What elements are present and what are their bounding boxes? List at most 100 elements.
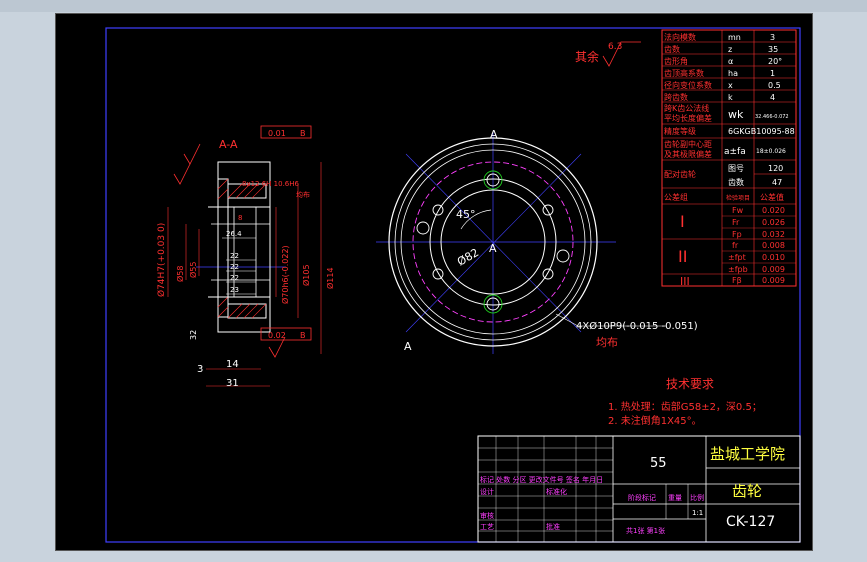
- window-top-strip: [0, 0, 867, 12]
- svg-text:47: 47: [772, 178, 782, 187]
- svg-text:22: 22: [230, 263, 239, 271]
- svg-text:III: III: [680, 275, 690, 288]
- svg-text:齿轮副中心距: 齿轮副中心距: [664, 139, 712, 149]
- svg-text:1:1: 1:1: [692, 509, 703, 517]
- svg-text:0.5: 0.5: [768, 81, 781, 90]
- svg-text:fr: fr: [732, 241, 739, 250]
- tech-requirements: 技术要求 1. 热处理：齿部G58±2，深0.5； 2. 未注倒角1X45°。: [608, 377, 762, 427]
- material-value: 55: [650, 456, 667, 471]
- svg-text:6GKGB10095-88: 6GKGB10095-88: [728, 127, 795, 136]
- part-name: 齿轮: [732, 482, 762, 500]
- svg-text:a±fa: a±fa: [724, 147, 746, 157]
- svg-text:检验项目: 检验项目: [726, 194, 750, 202]
- svg-text:Fβ: Fβ: [732, 276, 742, 285]
- drawing-number: CK-127: [726, 514, 775, 530]
- svg-text:Ø105: Ø105: [301, 264, 311, 286]
- svg-text:14: 14: [226, 359, 239, 370]
- svg-text:精度等级: 精度等级: [664, 126, 696, 136]
- svg-text:4: 4: [770, 93, 775, 102]
- svg-text:跨K齿公法线: 跨K齿公法线: [664, 103, 709, 113]
- svg-text:Ø82: Ø82: [455, 246, 481, 269]
- svg-text:3: 3: [197, 364, 203, 375]
- svg-text:x: x: [728, 81, 733, 90]
- svg-text:均布: 均布: [596, 336, 618, 349]
- svg-text:共1张 第1张: 共1张 第1张: [626, 526, 665, 535]
- school-name: 盐城工学院: [710, 445, 785, 463]
- cad-drawing: A-A 0.01 B 0.02 B 8x12 6H 10.6H6 均布 8 Ø7…: [105, 27, 801, 543]
- drawing-sheet: A-A 0.01 B 0.02 B 8x12 6H 10.6H6 均布 8 Ø7…: [55, 13, 813, 551]
- svg-text:0.032: 0.032: [762, 230, 785, 239]
- svg-text:α: α: [728, 57, 733, 66]
- svg-text:Ø114: Ø114: [325, 267, 335, 289]
- svg-text:Ø58: Ø58: [175, 266, 185, 282]
- svg-text:0.009: 0.009: [762, 265, 785, 274]
- svg-text:0.010: 0.010: [762, 253, 785, 262]
- svg-text:法向模数: 法向模数: [664, 32, 696, 42]
- svg-text:z: z: [728, 45, 732, 54]
- svg-text:齿数: 齿数: [664, 44, 680, 54]
- svg-text:ha: ha: [728, 69, 738, 78]
- svg-text:及其极限偏差: 及其极限偏差: [664, 149, 712, 159]
- svg-text:23: 23: [230, 286, 239, 294]
- svg-text:120: 120: [768, 164, 783, 173]
- svg-text:±fpb: ±fpb: [728, 265, 748, 274]
- svg-text:3: 3: [770, 33, 775, 42]
- svg-text:mn: mn: [728, 33, 741, 42]
- rim-bottom: [227, 303, 267, 319]
- svg-text:20°: 20°: [768, 57, 782, 66]
- svg-text:32.466-0.072: 32.466-0.072: [755, 114, 789, 120]
- svg-text:公差值: 公差值: [760, 192, 784, 202]
- parameter-table: 法向模数 mn 3 齿数 z 35 齿形角 α 20° 齿顶高系数 ha 1 径…: [661, 29, 797, 288]
- svg-text:径向变位系数: 径向变位系数: [664, 80, 712, 90]
- svg-text:B: B: [300, 129, 306, 138]
- svg-text:A: A: [490, 128, 498, 141]
- svg-text:批准: 批准: [546, 522, 560, 531]
- svg-text:齿数: 齿数: [728, 177, 744, 187]
- svg-text:图号: 图号: [728, 164, 744, 173]
- svg-text:31: 31: [226, 378, 239, 389]
- svg-text:阶段标记: 阶段标记: [628, 493, 656, 502]
- svg-text:22: 22: [230, 274, 239, 282]
- svg-text:22: 22: [230, 252, 239, 260]
- svg-text:32: 32: [189, 330, 198, 340]
- svg-text:II: II: [678, 247, 687, 266]
- svg-text:4XØ10P9(-0.015 -0.051): 4XØ10P9(-0.015 -0.051): [576, 320, 698, 332]
- svg-text:公差组: 公差组: [664, 192, 688, 202]
- svg-text:26.4: 26.4: [226, 230, 242, 238]
- svg-text:标记 处数 分区 更改文件号 签名 年月日: 标记 处数 分区 更改文件号 签名 年月日: [480, 475, 603, 484]
- hatch-bottom: [217, 296, 267, 319]
- svg-text:18±0.026: 18±0.026: [756, 148, 786, 155]
- svg-text:重量: 重量: [668, 494, 682, 502]
- svg-text:wk: wk: [728, 108, 744, 121]
- roughness-note: 其余: [575, 49, 599, 64]
- svg-text:35: 35: [768, 45, 778, 54]
- svg-text:1: 1: [770, 69, 775, 78]
- svg-text:0.009: 0.009: [762, 276, 785, 285]
- svg-text:A: A: [404, 340, 412, 353]
- svg-text:k: k: [728, 93, 733, 102]
- svg-text:比例: 比例: [690, 493, 704, 502]
- svg-text:1. 热处理：齿部G58±2，深0.5；: 1. 热处理：齿部G58±2，深0.5；: [608, 400, 762, 413]
- svg-text:0.01: 0.01: [268, 129, 286, 138]
- svg-text:±fpt: ±fpt: [728, 253, 746, 262]
- svg-text:Ø55: Ø55: [188, 262, 198, 278]
- svg-text:45°: 45°: [456, 208, 476, 221]
- svg-text:I: I: [680, 212, 685, 231]
- svg-text:审核: 审核: [480, 511, 494, 520]
- svg-text:设计: 设计: [480, 487, 494, 496]
- section-view: A-A 0.01 B 0.02 B 8x12 6H 10.6H6 均布 8 Ø7…: [156, 125, 335, 389]
- svg-text:工艺: 工艺: [480, 523, 494, 531]
- svg-text:Ø74H7(+0.03 0): Ø74H7(+0.03 0): [156, 223, 167, 297]
- svg-text:平均长度偏差: 平均长度偏差: [664, 113, 712, 123]
- svg-text:配对齿轮: 配对齿轮: [664, 169, 696, 179]
- svg-text:齿形角: 齿形角: [664, 56, 688, 66]
- svg-text:Fp: Fp: [732, 230, 742, 239]
- svg-text:0.008: 0.008: [762, 241, 785, 250]
- svg-text:Ø70h6(-0.022): Ø70h6(-0.022): [280, 245, 290, 304]
- front-view: 45° Ø82 A A A 4XØ10P9(-0.015 -0.051) 均布: [376, 128, 698, 354]
- svg-text:8x12 6H 10.6H6: 8x12 6H 10.6H6: [242, 180, 300, 188]
- svg-text:跨齿数: 跨齿数: [664, 92, 688, 102]
- svg-text:B: B: [300, 331, 306, 340]
- svg-text:2. 未注倒角1X45°。: 2. 未注倒角1X45°。: [608, 414, 702, 427]
- svg-text:8: 8: [238, 214, 242, 222]
